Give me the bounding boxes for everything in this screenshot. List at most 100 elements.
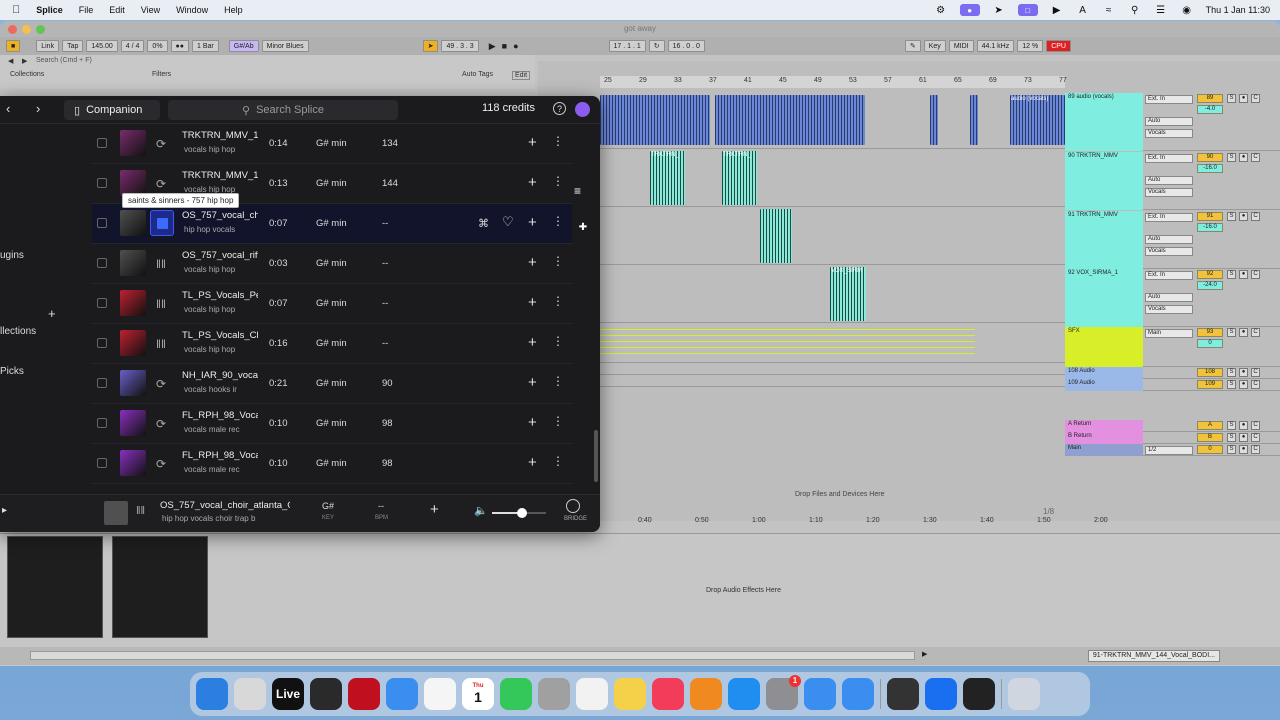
system-settings-icon[interactable]: 1 — [766, 675, 801, 710]
arm-button[interactable]: ● — [1239, 328, 1248, 337]
volume-field[interactable]: -16.0 — [1197, 223, 1223, 232]
track-name[interactable]: 92 VOX_SIRMA_1 — [1065, 269, 1143, 327]
draw-mode-button[interactable]: ✎ — [904, 40, 921, 52]
sample-title[interactable]: TL_PS_Vocals_Pe — [182, 290, 258, 301]
sample-title[interactable]: NH_IAR_90_vocal — [182, 370, 258, 381]
sample-title[interactable]: FL_RPH_98_Voca — [182, 410, 258, 421]
collapse-icon[interactable]: ▸ — [2, 505, 7, 516]
volume-field[interactable]: -16.0 — [1197, 164, 1223, 173]
lane-trktrn-91[interactable] — [600, 207, 1065, 265]
app-menu-splice[interactable]: Splice — [36, 5, 63, 15]
mixer-track[interactable]: SFX Main 93 0 S ● C — [1065, 327, 1280, 367]
groove-field[interactable]: 0% — [147, 40, 168, 52]
solo-button[interactable]: S — [1227, 433, 1236, 442]
select-checkbox[interactable] — [97, 178, 107, 188]
more-options-icon[interactable]: ⋮ — [552, 214, 564, 228]
more-options-icon[interactable]: ⋮ — [552, 294, 564, 308]
arm-button[interactable]: ● — [1239, 433, 1248, 442]
select-checkbox[interactable] — [97, 418, 107, 428]
arm-button[interactable]: ● — [1239, 445, 1248, 454]
menu-help[interactable]: Help — [224, 5, 243, 15]
audio-vocals-clip[interactable] — [600, 95, 710, 145]
mixer-track[interactable]: 89 audio (vocals) Ext. In Auto Vocals 89 -4.0… — [1065, 93, 1280, 151]
select-checkbox[interactable] — [97, 378, 107, 388]
stop-preview-button[interactable] — [150, 210, 174, 236]
monitor-toggle[interactable]: Auto — [1145, 235, 1193, 244]
loop-length-field[interactable]: 16 . 0 . 0 — [667, 40, 705, 52]
bar-ruler[interactable]: 25 29 33 37 41 45 49 53 57 61 65 69 73 77 — [600, 76, 1067, 88]
trktrn-91-clip[interactable] — [760, 209, 792, 263]
arm-button[interactable]: ● — [1239, 380, 1248, 389]
track-activator[interactable]: A — [1197, 421, 1223, 430]
volume-field[interactable]: -4.0 — [1197, 105, 1223, 114]
crossfade-button[interactable]: C — [1251, 433, 1260, 442]
audio-vocals-clip[interactable] — [930, 95, 938, 145]
add-sample-button[interactable]: + — [528, 134, 537, 151]
photos-icon[interactable] — [424, 678, 456, 710]
more-options-icon[interactable]: ⋮ — [552, 414, 564, 428]
mixer-track[interactable]: Main 1/2 0 S ● C — [1065, 444, 1280, 456]
sample-row[interactable]: OS_757_vocal_ch hip hop vocals 0:07 G# min -… — [92, 204, 572, 244]
crossfade-button[interactable]: C — [1251, 94, 1260, 103]
minimize-window-button[interactable] — [22, 25, 31, 34]
control-center-icon[interactable]: ☰ — [1154, 4, 1168, 16]
track-activator[interactable]: 92 — [1197, 270, 1223, 279]
solo-button[interactable]: S — [1227, 368, 1236, 377]
mixer-track[interactable]: 92 VOX_SIRMA_1 Ext. In Auto Vocals 92 -24.0 S ●… — [1065, 269, 1280, 327]
zoom-window-button[interactable] — [36, 25, 45, 34]
volume-slider-knob[interactable] — [516, 508, 527, 518]
browser-back-icon[interactable]: ◀ — [8, 57, 13, 65]
search-icon[interactable]: ⚲ — [1128, 4, 1142, 16]
calendar-icon[interactable]: Thu 1 — [462, 678, 494, 710]
lane-108-audio[interactable] — [600, 363, 1065, 375]
add-sample-button[interactable]: + — [528, 174, 537, 191]
arm-button[interactable]: ● — [1239, 153, 1248, 162]
add-icon[interactable]: + — [48, 306, 56, 321]
track-input-select[interactable]: Ext. In — [1145, 95, 1193, 104]
monitor-toggle[interactable]: Auto — [1145, 293, 1193, 302]
browser-edit-button[interactable]: Edit — [512, 71, 531, 80]
time-signature-field[interactable]: 4 / 4 — [120, 40, 145, 52]
wifi-icon[interactable]: ≈ — [1102, 4, 1116, 16]
launchpad-icon[interactable] — [234, 678, 266, 710]
sidebar-item-collections[interactable]: llections — [0, 326, 36, 337]
track-name[interactable]: SFX — [1065, 327, 1143, 367]
scrollbar[interactable] — [30, 651, 915, 660]
crossfade-button[interactable]: C — [1251, 270, 1260, 279]
key-field[interactable]: G#/Ab — [228, 40, 259, 52]
song-position-field[interactable]: 49 . 3 . 3 — [441, 40, 479, 52]
track-output-select[interactable]: Vocals — [1145, 247, 1193, 256]
menu-view[interactable]: View — [141, 5, 160, 15]
track-name[interactable]: 89 audio (vocals) — [1065, 93, 1143, 151]
mixer-track[interactable]: 90 TRKTRN_MMV Ext. In Auto Vocals 90 -16.0 S ● C — [1065, 152, 1280, 210]
tap-button[interactable]: Tap — [62, 40, 84, 52]
sidebar-item-picks[interactable]: Picks — [0, 366, 24, 377]
trash-icon[interactable] — [1008, 678, 1040, 710]
track-input-select[interactable]: Ext. In — [1145, 154, 1193, 163]
more-options-icon[interactable]: ⋮ — [552, 334, 564, 348]
sample-row[interactable]: ⟳ TRKTRN_MMV_13 vocals hip hop 0:14 G# min 13… — [92, 124, 572, 164]
track-name[interactable]: Main — [1065, 444, 1143, 456]
contacts-icon[interactable] — [538, 678, 570, 710]
reminders-icon[interactable] — [576, 678, 608, 710]
metronome-button[interactable]: ●● — [170, 40, 190, 52]
sample-title[interactable]: OS_757_vocal_ch — [182, 210, 258, 221]
menu-window[interactable]: Window — [176, 5, 208, 15]
track-name[interactable]: B Return — [1065, 432, 1143, 444]
track-activator[interactable]: 109 — [1197, 380, 1223, 389]
solo-button[interactable]: S — [1227, 94, 1236, 103]
bridge-icon[interactable] — [566, 499, 580, 513]
screenshot-tool-icon[interactable] — [887, 678, 919, 710]
select-checkbox[interactable] — [97, 218, 107, 228]
mixer-track[interactable]: A Return A S ● C — [1065, 420, 1280, 432]
messages-icon[interactable] — [500, 678, 532, 710]
notes-icon[interactable] — [614, 678, 646, 710]
midi-map-button[interactable]: MIDI — [948, 40, 974, 52]
crossfade-button[interactable]: C — [1251, 212, 1260, 221]
sample-row[interactable]: ‖‖ OS_757_vocal_riff vocals hip hop 0:03 G# … — [92, 244, 572, 284]
device-slot[interactable] — [112, 536, 208, 638]
add-sample-button[interactable]: + — [528, 334, 537, 351]
track-activator[interactable]: 0 — [1197, 445, 1223, 454]
solo-button[interactable]: S — [1227, 380, 1236, 389]
obs-icon[interactable] — [963, 678, 995, 710]
